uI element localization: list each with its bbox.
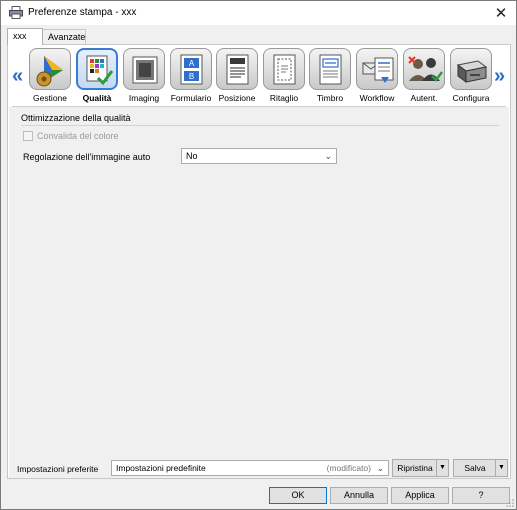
title-bar: Preferenze stampa - xxx ✕: [1, 1, 516, 25]
auto-image-select[interactable]: No ⌄: [181, 148, 337, 164]
close-button[interactable]: ✕: [486, 1, 516, 25]
close-icon: ✕: [494, 5, 508, 22]
restore-dropdown-button[interactable]: ▼: [436, 460, 448, 476]
help-button[interactable]: ?: [452, 487, 510, 504]
window-title: Preferenze stampa - xxx: [28, 7, 137, 18]
tab-xxx[interactable]: xxx: [7, 28, 43, 45]
category-configura[interactable]: Configura: [448, 48, 494, 103]
resize-grip-icon[interactable]: [506, 499, 514, 507]
ritaglio-icon: [263, 48, 305, 90]
timbro-icon: [309, 48, 351, 90]
cancel-button[interactable]: Annulla: [330, 487, 388, 504]
save-split-button: Salva ▼: [453, 459, 508, 477]
triangle-down-icon: ▼: [498, 464, 505, 471]
posizione-icon: [216, 48, 258, 90]
auto-image-value: No: [186, 151, 198, 161]
chevron-down-icon: ⌄: [324, 151, 332, 161]
color-check-label: Convalida del colore: [37, 131, 119, 141]
modified-indicator: (modificato): [326, 463, 371, 473]
qualita-icon: [76, 48, 118, 90]
chevron-down-icon: ⌄: [376, 463, 384, 473]
preferences-select[interactable]: Impostazioni predefinite (modificato) ⌄: [111, 460, 389, 476]
group-title: Ottimizzazione della qualità: [21, 113, 131, 123]
preferences-label: Impostazioni preferite: [17, 464, 99, 474]
auto-image-label: Regolazione dell'immagine auto: [23, 152, 151, 162]
autent-icon: [403, 48, 445, 90]
tab-avanzate[interactable]: Avanzate: [42, 29, 86, 45]
category-toolbar: « » Gestione Qualità Imaging A B Formula…: [8, 45, 510, 107]
quality-settings-panel: Ottimizzazione della qualità Convalida d…: [9, 107, 509, 447]
imaging-icon: [123, 48, 165, 90]
print-preferences-dialog: Preferenze stampa - xxx ✕ xxx Avanzate «…: [0, 0, 517, 510]
apply-button[interactable]: Applica: [391, 487, 449, 504]
scroll-right-button[interactable]: »: [494, 65, 505, 88]
configura-icon: [450, 48, 492, 90]
formulario-icon: A B: [170, 48, 212, 90]
save-button[interactable]: Salva: [454, 460, 496, 476]
save-dropdown-button[interactable]: ▼: [495, 460, 507, 476]
svg-text:B: B: [189, 72, 194, 81]
tab-panel: « » Gestione Qualità Imaging A B Formula…: [7, 44, 511, 479]
preferences-bar: Impostazioni preferite Impostazioni pred…: [9, 447, 509, 478]
gestione-icon: [29, 48, 71, 90]
category-label: Configura: [452, 93, 490, 103]
scroll-left-button[interactable]: «: [12, 65, 23, 88]
group-divider: [21, 125, 499, 126]
printer-icon: [9, 6, 23, 19]
preferences-value: Impostazioni predefinite: [116, 463, 206, 473]
workflow-icon: [356, 48, 398, 90]
ok-button[interactable]: OK: [269, 487, 327, 504]
color-check-checkbox[interactable]: [23, 131, 33, 141]
color-check-row: Convalida del colore: [23, 131, 119, 141]
restore-split-button: Ripristina ▼: [392, 459, 449, 477]
svg-text:A: A: [189, 59, 195, 68]
restore-button[interactable]: Ripristina: [393, 460, 437, 476]
triangle-down-icon: ▼: [439, 464, 446, 471]
